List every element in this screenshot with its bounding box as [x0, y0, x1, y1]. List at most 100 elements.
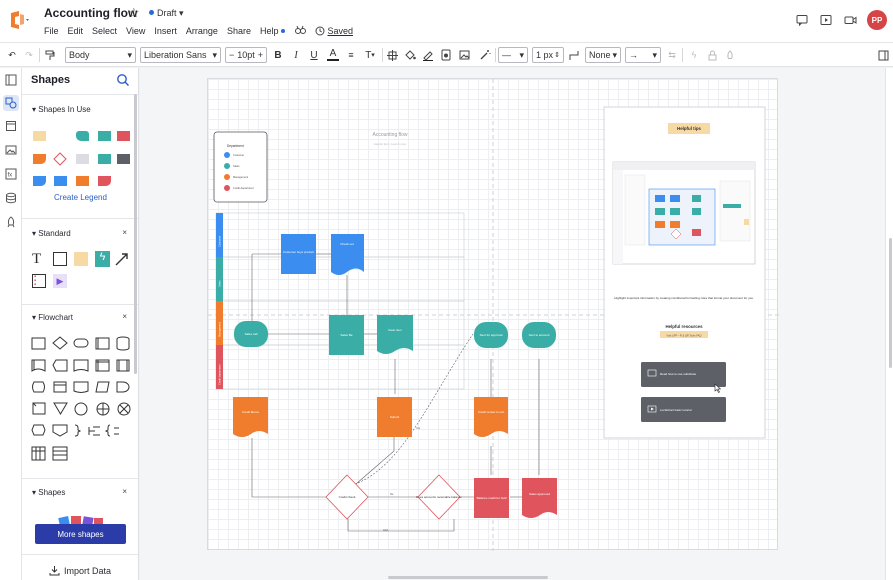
feature-find-icon[interactable] [294, 24, 306, 38]
present-icon[interactable] [819, 13, 833, 27]
line-shape-icon[interactable] [568, 47, 580, 63]
line-style-select[interactable]: ― ▾ [498, 47, 528, 63]
menu-select[interactable]: Select [92, 26, 117, 36]
extension-icon[interactable] [3, 214, 19, 230]
shape-swatch[interactable] [117, 131, 130, 141]
menu-help[interactable]: Help [260, 26, 285, 36]
create-legend-link[interactable]: Create Legend [54, 193, 107, 202]
font-size-stepper[interactable]: −10pt + [225, 47, 267, 63]
redo-icon[interactable]: ↷ [22, 47, 36, 63]
search-icon[interactable] [116, 73, 130, 87]
close-icon[interactable]: × [122, 487, 127, 496]
undo-icon[interactable]: ↶ [5, 47, 19, 63]
star-icon[interactable]: ☆ [128, 5, 140, 21]
avatar[interactable]: PP [867, 10, 887, 30]
section-shapes-in-use[interactable]: ▾ Shapes In Use [32, 105, 91, 114]
flowchart-shapes-grid[interactable] [31, 336, 133, 464]
shape-swatch[interactable] [76, 154, 89, 164]
panel-toggle-icon[interactable] [876, 47, 890, 63]
fill-color-icon[interactable] [403, 47, 417, 63]
section-standard[interactable]: ▾ Standard [32, 229, 71, 238]
align-icon[interactable]: ≡ [345, 47, 357, 63]
shape-swatch[interactable] [76, 176, 89, 186]
data-icon[interactable] [3, 190, 19, 206]
video-icon[interactable] [843, 13, 857, 27]
increase-icon[interactable]: + [258, 50, 263, 60]
menu-edit[interactable]: Edit [68, 26, 84, 36]
rocket-icon[interactable] [724, 47, 736, 63]
status-badge[interactable]: Draft ▾ [149, 8, 184, 19]
shape-swatch[interactable] [117, 154, 130, 164]
divider [682, 48, 683, 62]
opacity-icon[interactable] [440, 47, 452, 63]
decrease-icon[interactable]: − [229, 50, 234, 60]
note-shape-icon[interactable] [74, 252, 88, 266]
shape-swatch[interactable] [33, 176, 46, 186]
lock-icon[interactable] [706, 47, 718, 63]
lucid-logo-icon[interactable] [6, 10, 32, 30]
section-flowchart[interactable]: ▾ Flowchart [32, 313, 73, 322]
line-width-select[interactable]: 1 px ⇕ [532, 47, 564, 63]
diamond-shape-swatch[interactable] [53, 152, 67, 166]
text-color-icon[interactable]: A [327, 47, 339, 61]
font-family-select[interactable]: Liberation Sans ▾ [140, 47, 221, 63]
lightning-icon[interactable]: ϟ [688, 47, 700, 63]
italic-icon[interactable]: I [290, 47, 302, 63]
pages-icon[interactable] [3, 72, 19, 88]
diagram-page[interactable]: Accounting flow Helpful tips | Learn mor… [207, 78, 779, 551]
menu-share[interactable]: Share [227, 26, 251, 36]
image-icon[interactable] [3, 142, 19, 158]
shape-swatch[interactable] [33, 131, 46, 141]
shape-swatch[interactable] [54, 176, 67, 186]
legend-box: Department Customer Sales Management Cre… [213, 131, 268, 203]
section-shapes[interactable]: ▾ Shapes [32, 488, 65, 497]
template-icon[interactable] [3, 118, 19, 134]
text-style-select[interactable]: Body ▾ [65, 47, 136, 63]
text-options-icon[interactable]: T ▾ [362, 47, 378, 63]
magic-wand-icon[interactable] [478, 47, 492, 63]
canvas[interactable]: Accounting flow Helpful tips | Learn mor… [140, 68, 885, 580]
bold-icon[interactable]: B [272, 47, 284, 63]
line-style-icon: ― [502, 50, 511, 60]
shape-swatch[interactable] [33, 154, 46, 164]
swap-icon[interactable]: ⇆ [666, 47, 678, 63]
shape-swatch[interactable] [98, 176, 111, 186]
arrow-end-select[interactable]: → ▾ [625, 47, 661, 63]
menu-arrange[interactable]: Arrange [186, 26, 218, 36]
play-shape-icon[interactable]: ▶ [53, 274, 67, 288]
list-shape-icon[interactable]: ▪ ▪ ▪ [32, 274, 46, 288]
shape-swatch[interactable] [98, 154, 111, 164]
close-icon[interactable]: × [122, 312, 127, 321]
close-icon[interactable]: × [122, 228, 127, 237]
legend-dot [224, 152, 230, 158]
more-shapes-button[interactable]: More shapes [35, 524, 126, 544]
arrow-line-icon[interactable] [115, 252, 129, 266]
action-shape-icon[interactable]: ϟ [95, 251, 110, 267]
format-painter-icon[interactable] [43, 47, 57, 63]
panel-scrollbar[interactable] [134, 94, 137, 374]
fx-icon[interactable]: fx [3, 166, 19, 182]
image-style-icon[interactable] [458, 47, 472, 63]
shapes-icon[interactable] [3, 95, 19, 111]
arrow-start-select[interactable]: None ▾ [585, 47, 621, 63]
menu-insert[interactable]: Insert [154, 26, 177, 36]
shape-swatch[interactable] [98, 131, 111, 141]
node-sales-file: Sales file [329, 315, 364, 355]
comment-icon[interactable] [795, 13, 809, 27]
left-rail: fx [0, 68, 22, 580]
import-data-button[interactable]: Import Data [49, 565, 111, 576]
text-shape-icon[interactable]: T [32, 251, 41, 268]
menu-view[interactable]: View [126, 26, 145, 36]
shape-swatch[interactable] [76, 131, 89, 141]
line-color-icon[interactable] [421, 47, 435, 63]
canvas-vertical-scrollbar[interactable] [889, 238, 892, 368]
position-icon[interactable] [385, 47, 399, 63]
document-title[interactable]: Accounting flow [44, 6, 137, 20]
underline-icon[interactable]: U [308, 47, 320, 63]
header-actions: PP [795, 10, 887, 30]
canvas-horizontal-scrollbar[interactable] [388, 576, 548, 579]
rectangle-shape-icon[interactable] [53, 252, 67, 266]
saved-status[interactable]: Saved [315, 26, 353, 36]
menu-file[interactable]: File [44, 26, 59, 36]
font-family-value: Liberation Sans [144, 50, 207, 60]
